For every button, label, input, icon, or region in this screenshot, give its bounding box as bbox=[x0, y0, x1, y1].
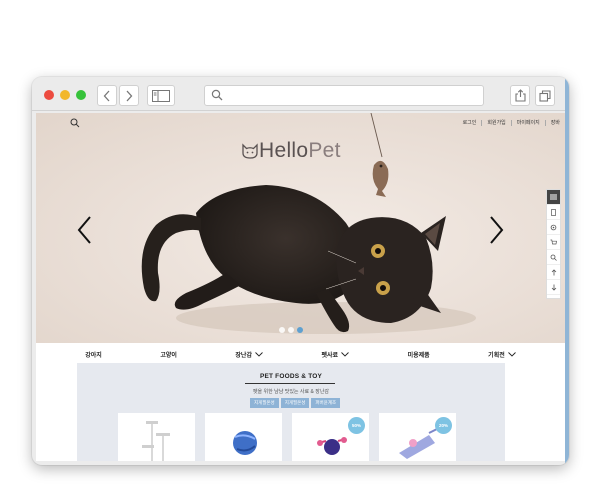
category-label: 강아지 bbox=[85, 352, 102, 359]
section-title: PET FOODS & TOY bbox=[259, 373, 323, 380]
sidebar-icon bbox=[152, 89, 170, 102]
cat-tower-image bbox=[142, 421, 170, 461]
category-label: 고양이 bbox=[160, 352, 177, 359]
forward-button[interactable] bbox=[119, 85, 139, 106]
quick-phone-button[interactable] bbox=[547, 205, 560, 220]
pet-foods-toy-section: PET FOODS & TOY 펫을 위한 냠냠 맛있는 사료 & 장난감 지게… bbox=[77, 363, 505, 461]
ball-toy-image bbox=[233, 431, 257, 455]
quick-cart-button[interactable] bbox=[547, 235, 560, 250]
chevron-down-icon bbox=[507, 351, 516, 357]
section-tab[interactable]: 퍼버윤계조 bbox=[311, 398, 341, 408]
site-search-icon[interactable] bbox=[70, 118, 80, 128]
cart-link[interactable]: 장바 bbox=[544, 120, 565, 126]
category-label: 펫사료 bbox=[321, 352, 339, 359]
minimize-window-button[interactable] bbox=[60, 90, 70, 100]
scroll-bottom-button[interactable] bbox=[547, 280, 560, 295]
slider-dot-active[interactable] bbox=[297, 327, 303, 333]
chevron-down-icon bbox=[341, 351, 349, 357]
category-label: 기획전 bbox=[488, 352, 505, 359]
browser-window: 로그인 회원가입 마이페이지 장바 HelloPet 강아지 고양이 장난감 펫… bbox=[32, 77, 569, 465]
back-button[interactable] bbox=[97, 85, 117, 106]
category-label: 장난감 bbox=[235, 352, 252, 359]
product-card-toy-4[interactable]: 20% bbox=[379, 413, 456, 461]
forward-icon bbox=[126, 90, 133, 101]
section-tabs: 지게필온성 지게필온성 퍼버윤계조 bbox=[250, 398, 341, 408]
signup-link[interactable]: 회원가입 bbox=[481, 120, 510, 126]
quick-search-button[interactable] bbox=[547, 250, 560, 265]
category-toys[interactable]: 장난감 bbox=[235, 350, 263, 359]
arrow-down-icon bbox=[551, 284, 556, 291]
scroll-top-button[interactable] bbox=[547, 265, 560, 280]
sidebar-toggle-button[interactable] bbox=[147, 85, 175, 106]
arrow-up-icon bbox=[551, 268, 556, 275]
browser-toolbar bbox=[32, 77, 569, 111]
tabs-button[interactable] bbox=[535, 85, 555, 106]
phone-icon bbox=[551, 208, 556, 216]
section-tab[interactable]: 지게필온성 bbox=[250, 398, 279, 408]
slider-dots bbox=[279, 327, 303, 333]
section-tab[interactable]: 지게필온성 bbox=[280, 398, 310, 408]
back-icon bbox=[103, 90, 110, 101]
chevron-down-icon bbox=[255, 351, 263, 357]
page-viewport: 로그인 회원가입 마이페이지 장바 HelloPet 강아지 고양이 장난감 펫… bbox=[36, 113, 565, 461]
share-button[interactable] bbox=[510, 85, 530, 106]
gear-icon bbox=[550, 224, 557, 230]
product-card-toy-3[interactable]: 50% bbox=[292, 413, 369, 461]
category-food[interactable]: 펫사료 bbox=[321, 350, 349, 359]
search-icon bbox=[211, 89, 223, 101]
slider-dot[interactable] bbox=[279, 327, 285, 333]
category-label: 미용제품 bbox=[407, 352, 430, 359]
category-cat[interactable]: 고양이 bbox=[160, 350, 177, 359]
category-beauty[interactable]: 미용제품 bbox=[408, 350, 430, 359]
site-logo[interactable]: HelloPet bbox=[241, 139, 341, 163]
fish-toy bbox=[372, 160, 389, 197]
section-divider bbox=[245, 383, 335, 384]
share-icon bbox=[514, 89, 526, 102]
product-card-ball-toy[interactable] bbox=[205, 413, 282, 461]
search-icon bbox=[550, 254, 557, 261]
logo-hello: Hello bbox=[259, 139, 309, 162]
slider-next-icon[interactable] bbox=[487, 215, 505, 245]
slider-dot[interactable] bbox=[288, 327, 294, 333]
section-subtitle: 펫을 위한 냠냠 맛있는 사료 & 장난감 bbox=[252, 389, 330, 395]
menu-icon bbox=[550, 194, 557, 200]
discount-badge: 20% bbox=[435, 417, 452, 434]
cart-icon bbox=[550, 239, 557, 244]
hero-slider: 로그인 회원가입 마이페이지 장바 HelloPet bbox=[36, 113, 565, 343]
quick-menu-button[interactable] bbox=[547, 190, 560, 205]
address-bar[interactable] bbox=[204, 85, 484, 106]
discount-badge: 50% bbox=[348, 417, 365, 434]
quick-menu-bar bbox=[546, 189, 561, 299]
product-cards: 50% 20% bbox=[118, 413, 456, 461]
quick-settings-button[interactable] bbox=[547, 220, 560, 235]
close-window-button[interactable] bbox=[44, 90, 54, 100]
zoom-window-button[interactable] bbox=[76, 90, 86, 100]
category-special[interactable]: 기획전 bbox=[488, 350, 516, 359]
slider-prev-icon[interactable] bbox=[76, 215, 94, 245]
mypage-link[interactable]: 마이페이지 bbox=[510, 120, 545, 126]
login-link[interactable]: 로그인 bbox=[458, 120, 482, 126]
logo-pet: Pet bbox=[308, 139, 341, 162]
utility-nav: 로그인 회원가입 마이페이지 장바 bbox=[458, 120, 565, 126]
category-dog[interactable]: 강아지 bbox=[85, 350, 102, 359]
cat-logo-icon bbox=[242, 143, 258, 159]
tabs-icon bbox=[539, 89, 551, 102]
product-card-cat-tower[interactable] bbox=[118, 413, 195, 461]
category-nav: 강아지 고양이 장난감 펫사료 미용제품 기획전 bbox=[36, 343, 565, 365]
